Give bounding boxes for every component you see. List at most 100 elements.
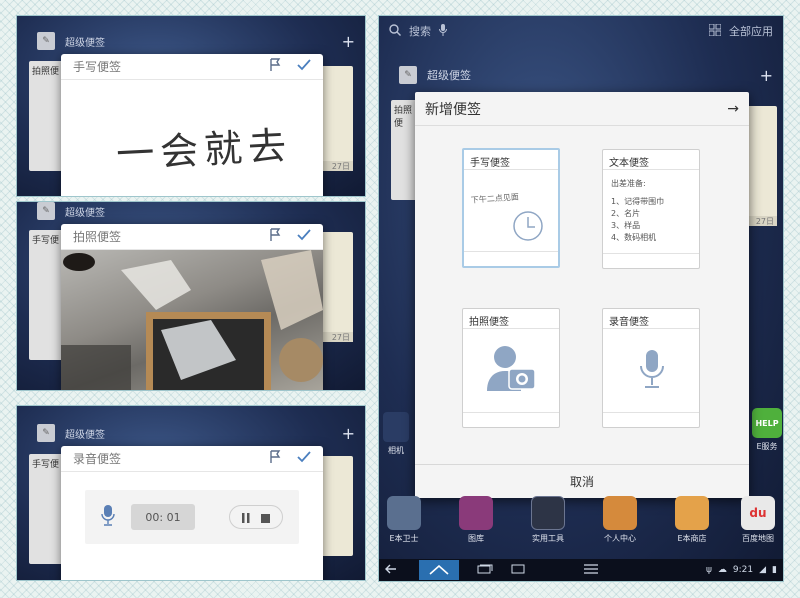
app-label: 图库 <box>468 534 484 543</box>
camera-icon <box>383 412 409 442</box>
flag-icon[interactable] <box>269 450 281 467</box>
background-note-card[interactable]: 27日 <box>747 106 777 226</box>
app-grid-icon[interactable] <box>708 23 722 39</box>
photo-attachment[interactable] <box>61 250 323 390</box>
system-nav-bar: ψ ☁ 9:21 ◢ ▮ <box>379 559 783 581</box>
widget-icon: ✎ <box>37 424 55 442</box>
background-note-label: 拍照便 <box>394 106 413 129</box>
person-camera-icon <box>487 345 537 395</box>
screenshot-icon[interactable] <box>511 564 525 577</box>
dialog-header: 新增便签 → <box>415 92 749 126</box>
app-shortcut[interactable]: 实用工具 <box>523 496 573 544</box>
text-line: 2、名片 <box>611 209 641 218</box>
text-line: 1、记得带围巾 <box>611 197 665 206</box>
voice-search-icon[interactable] <box>439 23 447 39</box>
app-shortcut[interactable]: 图库 <box>451 496 501 544</box>
map-icon: du <box>741 496 775 530</box>
new-note-dialog: 新增便签 → 手写便签 下午二点见面 文本便签 出差准备: 1、记得带围巾 2、… <box>415 92 749 498</box>
option-label: 文本便签 <box>603 150 699 170</box>
dialog-title: 拍照便签 <box>73 230 122 244</box>
handwriting-content[interactable]: 一会就去 <box>115 114 294 178</box>
microphone-icon <box>639 349 665 393</box>
app-shortcut[interactable]: 个人中心 <box>595 496 645 544</box>
option-text-note[interactable]: 文本便签 出差准备: 1、记得带围巾 2、名片 3、样品 4、数码相机 <box>602 149 700 269</box>
arrow-right-icon[interactable]: → <box>727 101 739 117</box>
home-button[interactable] <box>419 560 459 580</box>
dialog-header: 手写便签 <box>61 54 323 80</box>
dialog-header: 拍照便签 <box>61 224 323 250</box>
pause-icon[interactable] <box>241 508 250 527</box>
text-note-preview: 出差准备: 1、记得带围巾 2、名片 3、样品 4、数码相机 <box>603 170 699 244</box>
app-shortcut[interactable]: E本商店 <box>667 496 717 544</box>
back-icon[interactable] <box>385 564 401 577</box>
flag-icon[interactable] <box>269 228 281 245</box>
widget-header: ✎ 超级便签 + <box>37 30 355 52</box>
text-line: 3、样品 <box>611 221 641 230</box>
add-note-button[interactable]: + <box>760 66 773 85</box>
option-photo-note[interactable]: 拍照便签 <box>462 308 560 428</box>
screen-voice-note: ✎ 超级便签 + 手写便 录音便签 00: 01 <box>16 405 366 581</box>
microphone-icon[interactable] <box>101 504 115 530</box>
app-label: 相机 <box>388 446 404 455</box>
note-date: 27日 <box>747 216 777 226</box>
app-label: E服务 <box>756 442 778 451</box>
app-shortcut[interactable]: du 百度地图 <box>733 496 783 544</box>
option-handwritten-note[interactable]: 手写便签 下午二点见面 <box>462 148 560 268</box>
signal-icon: ψ <box>705 565 712 575</box>
background-note-label: 拍照便 <box>32 67 60 77</box>
clock-icon <box>512 210 544 246</box>
handwriting-preview: 下午二点见面 <box>470 192 520 205</box>
widget-title: 超级便签 <box>427 69 471 82</box>
option-divider <box>603 253 699 254</box>
background-note-label: 手写便 <box>32 460 60 470</box>
confirm-check-icon[interactable] <box>297 451 311 466</box>
recording-timer: 00: 01 <box>131 504 195 530</box>
status-area: ψ ☁ 9:21 ◢ ▮ <box>706 565 777 575</box>
menu-icon[interactable] <box>583 563 599 577</box>
recorder-panel: 00: 01 <box>85 490 299 544</box>
cloud-icon: ☁ <box>717 565 727 575</box>
stop-icon[interactable] <box>261 508 271 527</box>
app-help[interactable]: HELP E服务 <box>751 408 783 452</box>
wifi-icon: ◢ <box>759 565 767 575</box>
widget-icon: ✎ <box>37 32 55 50</box>
option-voice-note[interactable]: 录音便签 <box>602 308 700 428</box>
app-label: 个人中心 <box>604 534 636 543</box>
flag-icon[interactable] <box>269 58 281 75</box>
option-divider <box>464 251 558 252</box>
all-apps-button[interactable]: 全部应用 <box>729 23 773 39</box>
help-badge-text: HELP <box>755 418 779 428</box>
store-icon <box>675 496 709 530</box>
background-note-label: 手写便 <box>32 236 60 246</box>
help-icon: HELP <box>752 408 782 438</box>
widget-icon: ✎ <box>399 66 417 84</box>
widget-header: ✎ 超级便签 + <box>399 64 773 86</box>
widget-title: 超级便签 <box>65 37 105 49</box>
dialog-header: 录音便签 <box>61 446 323 472</box>
screen-new-note: 搜索 全部应用 ✎ 超级便签 + 拍照便 27日 相机 HELP E服务 新增便… <box>378 15 784 582</box>
dialog-title: 手写便签 <box>73 60 122 74</box>
app-shortcut[interactable]: E本卫士 <box>379 496 429 544</box>
widget-icon: ✎ <box>37 202 55 220</box>
widget-title: 超级便签 <box>65 207 105 219</box>
confirm-check-icon[interactable] <box>297 59 311 74</box>
widget-header: ✎ 超级便签 <box>37 202 355 222</box>
app-label: E本卫士 <box>389 534 419 543</box>
dialog-title: 录音便签 <box>73 452 122 466</box>
option-label: 录音便签 <box>603 309 699 329</box>
gallery-icon <box>459 496 493 530</box>
clock-time: 9:21 <box>732 565 754 575</box>
screen-handwritten: ✎ 超级便签 + 拍照便 27日 手写便签 一会就去 <box>16 15 366 197</box>
add-note-button[interactable]: + <box>342 32 355 51</box>
recent-apps-icon[interactable] <box>477 564 493 577</box>
text-line: 出差准备: <box>611 179 646 188</box>
photo-note-dialog: 拍照便签 <box>61 224 323 390</box>
app-label: E本商店 <box>677 534 707 543</box>
search-label[interactable]: 搜索 <box>409 23 431 39</box>
cancel-button[interactable]: 取消 <box>415 464 749 498</box>
confirm-check-icon[interactable] <box>297 229 311 244</box>
add-note-button[interactable]: + <box>342 424 355 443</box>
app-camera[interactable]: 相机 <box>381 412 411 456</box>
dialog-title: 新增便签 <box>425 101 481 118</box>
search-icon[interactable] <box>389 23 401 39</box>
